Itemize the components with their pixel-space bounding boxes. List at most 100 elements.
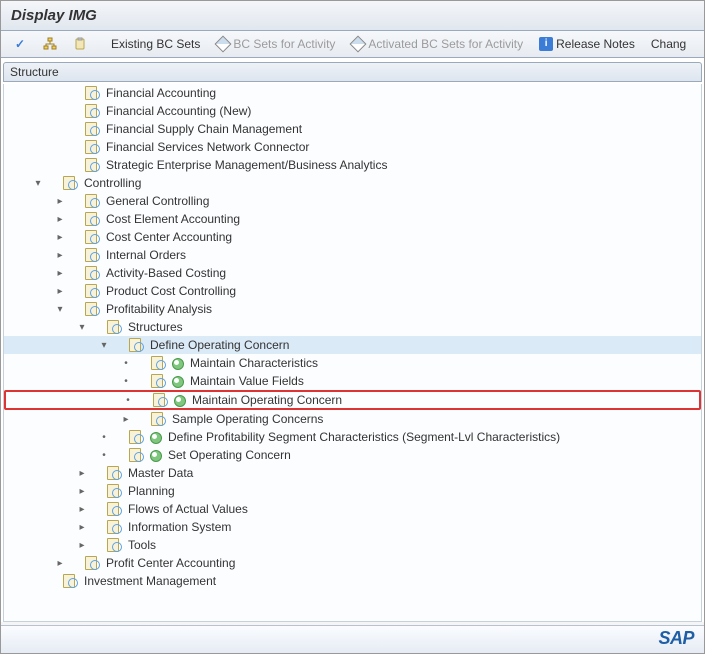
tree-node-label[interactable]: Financial Accounting: [104, 86, 216, 100]
img-activity-icon[interactable]: [150, 356, 166, 370]
tree-node-label[interactable]: Cost Element Accounting: [104, 212, 240, 226]
tree-row[interactable]: Product Cost Controlling: [4, 282, 701, 300]
tree-row[interactable]: Controlling: [4, 174, 701, 192]
tree-row[interactable]: Tools: [4, 536, 701, 554]
tree-node-label[interactable]: Financial Services Network Connector: [104, 140, 309, 154]
tree-node-label[interactable]: Sample Operating Concerns: [170, 412, 323, 426]
tree-node-label[interactable]: Maintain Value Fields: [188, 374, 304, 388]
tree-node-label[interactable]: Flows of Actual Values: [126, 502, 248, 516]
existing-bc-sets-button[interactable]: Existing BC Sets: [105, 35, 206, 53]
tree-row[interactable]: Information System: [4, 518, 701, 536]
tree-node-label[interactable]: Planning: [126, 484, 175, 498]
tree-row[interactable]: Profit Center Accounting: [4, 554, 701, 572]
img-activity-icon[interactable]: [84, 86, 100, 100]
tree-node-label[interactable]: Maintain Operating Concern: [190, 393, 342, 407]
img-activity-icon[interactable]: [84, 230, 100, 244]
img-activity-icon[interactable]: [128, 338, 144, 352]
img-activity-icon[interactable]: [84, 284, 100, 298]
img-activity-icon[interactable]: [106, 466, 122, 480]
img-activity-icon[interactable]: [84, 248, 100, 262]
tree-node-label[interactable]: Investment Management: [82, 574, 216, 588]
img-activity-icon[interactable]: [128, 448, 144, 462]
tree-row[interactable]: Cost Center Accounting: [4, 228, 701, 246]
img-activity-icon[interactable]: [84, 212, 100, 226]
tree-row[interactable]: Sample Operating Concerns: [4, 410, 701, 428]
tree-node-label[interactable]: Product Cost Controlling: [104, 284, 236, 298]
expand-icon[interactable]: [120, 414, 132, 425]
execute-icon[interactable]: [170, 374, 184, 388]
expand-icon[interactable]: [76, 522, 88, 533]
tree-row[interactable]: General Controlling: [4, 192, 701, 210]
tree-row[interactable]: Set Operating Concern: [4, 446, 701, 464]
tree-node-label[interactable]: Set Operating Concern: [166, 448, 291, 462]
img-tree[interactable]: Financial Accounting Financial Accounting…: [3, 84, 702, 622]
toolbar-clipboard-button[interactable]: [67, 35, 93, 53]
tree-row[interactable]: Internal Orders: [4, 246, 701, 264]
toolbar-check-button[interactable]: [7, 35, 33, 53]
tree-node-label[interactable]: Activity-Based Costing: [104, 266, 226, 280]
tree-node-label[interactable]: Internal Orders: [104, 248, 186, 262]
tree-node-label[interactable]: Financial Supply Chain Management: [104, 122, 302, 136]
img-activity-icon[interactable]: [62, 176, 78, 190]
tree-row[interactable]: Investment Management: [4, 572, 701, 590]
tree-node-label[interactable]: Define Profitability Segment Characteris…: [166, 430, 560, 444]
tree-node-label[interactable]: Information System: [126, 520, 231, 534]
tree-node-label[interactable]: General Controlling: [104, 194, 209, 208]
tree-node-label[interactable]: Define Operating Concern: [148, 338, 289, 352]
expand-icon[interactable]: [76, 468, 88, 479]
collapse-icon[interactable]: [32, 178, 44, 189]
tree-row[interactable]: Financial Accounting: [4, 84, 701, 102]
expand-icon[interactable]: [76, 486, 88, 497]
execute-icon[interactable]: [148, 430, 162, 444]
tree-row[interactable]: Financial Services Network Connector: [4, 138, 701, 156]
tree-row[interactable]: Maintain Characteristics: [4, 354, 701, 372]
tree-node-label[interactable]: Cost Center Accounting: [104, 230, 232, 244]
img-activity-icon[interactable]: [106, 484, 122, 498]
tree-node-label[interactable]: Tools: [126, 538, 156, 552]
tree-row[interactable]: Financial Accounting (New): [4, 102, 701, 120]
img-activity-icon[interactable]: [106, 320, 122, 334]
expand-icon[interactable]: [76, 540, 88, 551]
img-activity-icon[interactable]: [106, 502, 122, 516]
tree-row[interactable]: Flows of Actual Values: [4, 500, 701, 518]
tree-row[interactable]: Activity-Based Costing: [4, 264, 701, 282]
execute-icon[interactable]: [148, 448, 162, 462]
execute-icon[interactable]: [172, 393, 186, 407]
img-activity-icon[interactable]: [84, 158, 100, 172]
tree-row[interactable]: Financial Supply Chain Management: [4, 120, 701, 138]
img-activity-icon[interactable]: [84, 302, 100, 316]
bc-sets-for-activity-button[interactable]: BC Sets for Activity: [210, 35, 341, 53]
tree-row[interactable]: Strategic Enterprise Management/Business…: [4, 156, 701, 174]
tree-node-label[interactable]: Controlling: [82, 176, 141, 190]
tree-row[interactable]: Master Data: [4, 464, 701, 482]
img-activity-icon[interactable]: [128, 430, 144, 444]
release-notes-button[interactable]: i Release Notes: [533, 35, 641, 53]
img-activity-icon[interactable]: [150, 412, 166, 426]
expand-icon[interactable]: [54, 250, 66, 261]
change-log-button[interactable]: Chang: [645, 35, 692, 53]
tree-node-label[interactable]: Profitability Analysis: [104, 302, 212, 316]
expand-icon[interactable]: [76, 504, 88, 515]
tree-row[interactable]: Define Profitability Segment Characteris…: [4, 428, 701, 446]
tree-node-label[interactable]: Maintain Characteristics: [188, 356, 318, 370]
collapse-icon[interactable]: [98, 340, 110, 351]
expand-icon[interactable]: [54, 558, 66, 569]
tree-row[interactable]: Cost Element Accounting: [4, 210, 701, 228]
img-activity-icon[interactable]: [84, 104, 100, 118]
tree-node-label[interactable]: Master Data: [126, 466, 193, 480]
collapse-icon[interactable]: [54, 304, 66, 315]
tree-node-label[interactable]: Profit Center Accounting: [104, 556, 235, 570]
activated-bc-sets-button[interactable]: Activated BC Sets for Activity: [345, 35, 529, 53]
img-activity-icon[interactable]: [84, 556, 100, 570]
tree-row[interactable]: Structures: [4, 318, 701, 336]
toolbar-structure-button[interactable]: [37, 35, 63, 53]
tree-node-label[interactable]: Financial Accounting (New): [104, 104, 251, 118]
tree-node-label[interactable]: Structures: [126, 320, 183, 334]
tree-row[interactable]: Maintain Operating Concern: [4, 390, 701, 410]
img-activity-icon[interactable]: [84, 122, 100, 136]
expand-icon[interactable]: [54, 286, 66, 297]
img-activity-icon[interactable]: [62, 574, 78, 588]
img-activity-icon[interactable]: [150, 374, 166, 388]
img-activity-icon[interactable]: [106, 520, 122, 534]
img-activity-icon[interactable]: [84, 266, 100, 280]
